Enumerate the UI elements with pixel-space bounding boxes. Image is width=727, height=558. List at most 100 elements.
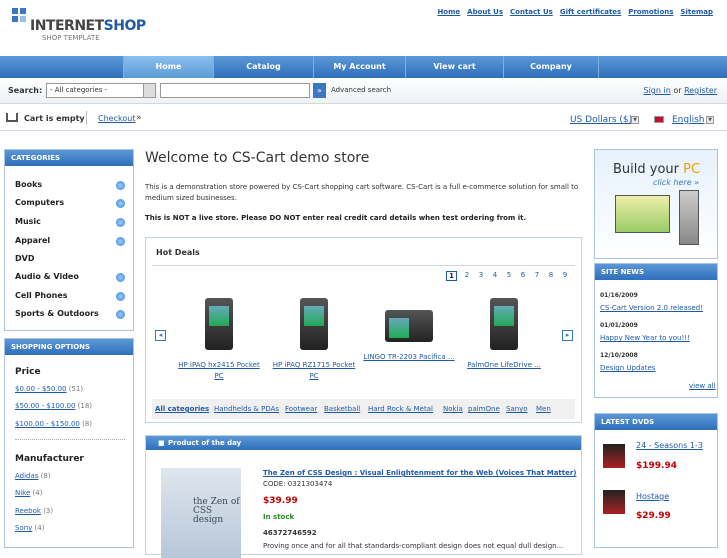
filter-link[interactable]: Men: [536, 405, 551, 413]
dvd-name[interactable]: 24 - Seasons 1-3: [636, 441, 703, 450]
product-item[interactable]: PalmOne LifeDrive ...: [458, 298, 550, 371]
filter-link[interactable]: palmOne: [468, 405, 500, 413]
categories-box: CATEGORIES Books Computers Music Apparel…: [4, 149, 134, 331]
tab-catalog[interactable]: Catalog: [213, 56, 313, 78]
page-link[interactable]: 5: [502, 271, 516, 281]
price-filter[interactable]: $100.00 - $150.00 (8): [15, 420, 92, 428]
warning-text: This is NOT a live store. Please DO NOT …: [145, 214, 527, 222]
product-item[interactable]: HP iPAQ RZ1715 Pocket PC: [268, 298, 360, 382]
dvd-thumbnail[interactable]: [603, 490, 625, 514]
dvd-thumbnail[interactable]: [603, 444, 625, 468]
manufacturer-filter[interactable]: Nike (4): [15, 489, 42, 497]
page-link[interactable]: 2: [460, 271, 474, 281]
product-code: CODE: 0321303474: [263, 480, 333, 488]
chevron-down-icon: [143, 84, 155, 97]
page-link[interactable]: 8: [544, 271, 558, 281]
price-filter[interactable]: $0.00 - $50.00 (51): [15, 385, 83, 393]
category-computers[interactable]: Computers: [15, 198, 64, 207]
category-select[interactable]: - All categories -: [46, 83, 156, 98]
toplink-promotions[interactable]: Promotions: [628, 8, 673, 16]
manufacturer-filter[interactable]: Adidas (8): [15, 472, 51, 480]
site-news-title: SITE NEWS: [595, 264, 717, 280]
product-name[interactable]: HP iPAQ hx2415 Pocket PC: [173, 360, 265, 382]
arrow-icon: [116, 273, 125, 282]
arrow-icon: [116, 199, 125, 208]
toplink-about[interactable]: About Us: [467, 8, 503, 16]
page-link[interactable]: 6: [516, 271, 530, 281]
price-heading: Price: [15, 367, 41, 377]
shopping-options-box: SHOPPING OPTIONS Price $0.00 - $50.00 (5…: [4, 338, 134, 548]
product-image[interactable]: [300, 298, 328, 350]
view-all-link[interactable]: view all: [689, 382, 716, 390]
filter-link[interactable]: Basketball: [324, 405, 360, 413]
search-input[interactable]: [160, 83, 310, 98]
category-apparel[interactable]: Apparel: [15, 236, 50, 245]
next-arrow-icon[interactable]: ▸: [562, 330, 573, 341]
news-link[interactable]: Design Updates: [600, 364, 655, 372]
product-of-day-title: ■ Product of the day: [146, 436, 581, 450]
product-name[interactable]: LINGO TR-2203 Pacifica ...: [363, 352, 455, 363]
manufacturer-filter[interactable]: Sony (4): [15, 524, 44, 532]
arrow-icon: [116, 237, 125, 246]
register-link[interactable]: Register: [684, 86, 717, 95]
toplink-home[interactable]: Home: [437, 8, 460, 16]
search-go-button[interactable]: »: [313, 83, 326, 98]
build-pc-banner[interactable]: Build your PC click here »: [594, 149, 718, 259]
filter-link[interactable]: All categories: [155, 405, 209, 413]
checkout-link[interactable]: Checkout: [98, 114, 135, 123]
arrow-icon: [116, 218, 125, 227]
manufacturer-filter[interactable]: Reebok (3): [15, 507, 53, 515]
page-link[interactable]: 1: [446, 271, 457, 281]
filter-link[interactable]: Handhelds & PDAs: [214, 405, 279, 413]
product-name[interactable]: PalmOne LifeDrive ...: [458, 360, 550, 371]
product-image[interactable]: [385, 310, 433, 342]
filter-link[interactable]: Nokia: [443, 405, 463, 413]
category-sports[interactable]: Sports & Outdoors: [15, 309, 99, 318]
product-title-link[interactable]: The Zen of CSS Design : Visual Enlighten…: [263, 469, 583, 477]
category-audio-video[interactable]: Audio & Video: [15, 272, 79, 281]
product-item[interactable]: LINGO TR-2203 Pacifica ...: [363, 298, 455, 363]
news-link[interactable]: CS-Cart Version 2.0 released!: [600, 304, 703, 312]
category-books[interactable]: Books: [15, 180, 42, 189]
category-music[interactable]: Music: [15, 217, 41, 226]
currency-select[interactable]: US Dollars ($): [570, 115, 632, 125]
logo-square: [20, 16, 26, 22]
tab-view-cart[interactable]: View cart: [405, 56, 503, 78]
logo-subtitle: SHOP TEMPLATE: [42, 34, 100, 42]
tab-home[interactable]: Home: [123, 56, 213, 78]
tab-my-account[interactable]: My Account: [313, 56, 405, 78]
filter-link[interactable]: Hard Rock & Metal: [368, 405, 433, 413]
toplink-contact[interactable]: Contact Us: [510, 8, 553, 16]
prev-arrow-icon[interactable]: ◂: [155, 330, 166, 341]
page-link[interactable]: 4: [488, 271, 502, 281]
page-link[interactable]: 7: [530, 271, 544, 281]
news-link[interactable]: Happy New Year to you!!!: [600, 334, 690, 342]
signin-link[interactable]: Sign in: [643, 86, 670, 95]
chevron-down-icon[interactable]: ▼: [631, 116, 639, 124]
filter-link[interactable]: Footwear: [285, 405, 317, 413]
categories-title: CATEGORIES: [5, 150, 133, 166]
product-name[interactable]: HP iPAQ RZ1715 Pocket PC: [268, 360, 360, 382]
tower-image: [679, 190, 699, 245]
hot-deals-title: Hot Deals: [156, 248, 200, 257]
dvd-name[interactable]: Hostage: [636, 492, 669, 501]
language-select[interactable]: English: [672, 115, 705, 125]
filter-link[interactable]: Sanyo: [506, 405, 528, 413]
price-filter[interactable]: $50.00 - $100.00 (18): [15, 402, 92, 410]
product-image[interactable]: [490, 298, 518, 350]
category-dvd[interactable]: DVD: [15, 254, 34, 263]
page-link[interactable]: 9: [558, 271, 572, 281]
news-date: 12/10/2008: [600, 352, 638, 359]
category-cell-phones[interactable]: Cell Phones: [15, 291, 68, 300]
advanced-search-link[interactable]: Advanced search: [331, 86, 391, 94]
product-item[interactable]: HP iPAQ hx2415 Pocket PC: [173, 298, 265, 382]
cart-status: Cart is empty: [24, 114, 85, 123]
chevron-down-icon[interactable]: ▼: [706, 116, 714, 124]
pagination: 1 2 3 4 5 6 7 8 9: [446, 271, 572, 281]
page-link[interactable]: 3: [474, 271, 488, 281]
toplink-sitemap[interactable]: Sitemap: [680, 8, 713, 16]
toplink-gift[interactable]: Gift certificates: [560, 8, 621, 16]
product-image[interactable]: [205, 298, 233, 350]
click-here-link[interactable]: click here »: [653, 178, 699, 187]
tab-company[interactable]: Company: [503, 56, 599, 78]
